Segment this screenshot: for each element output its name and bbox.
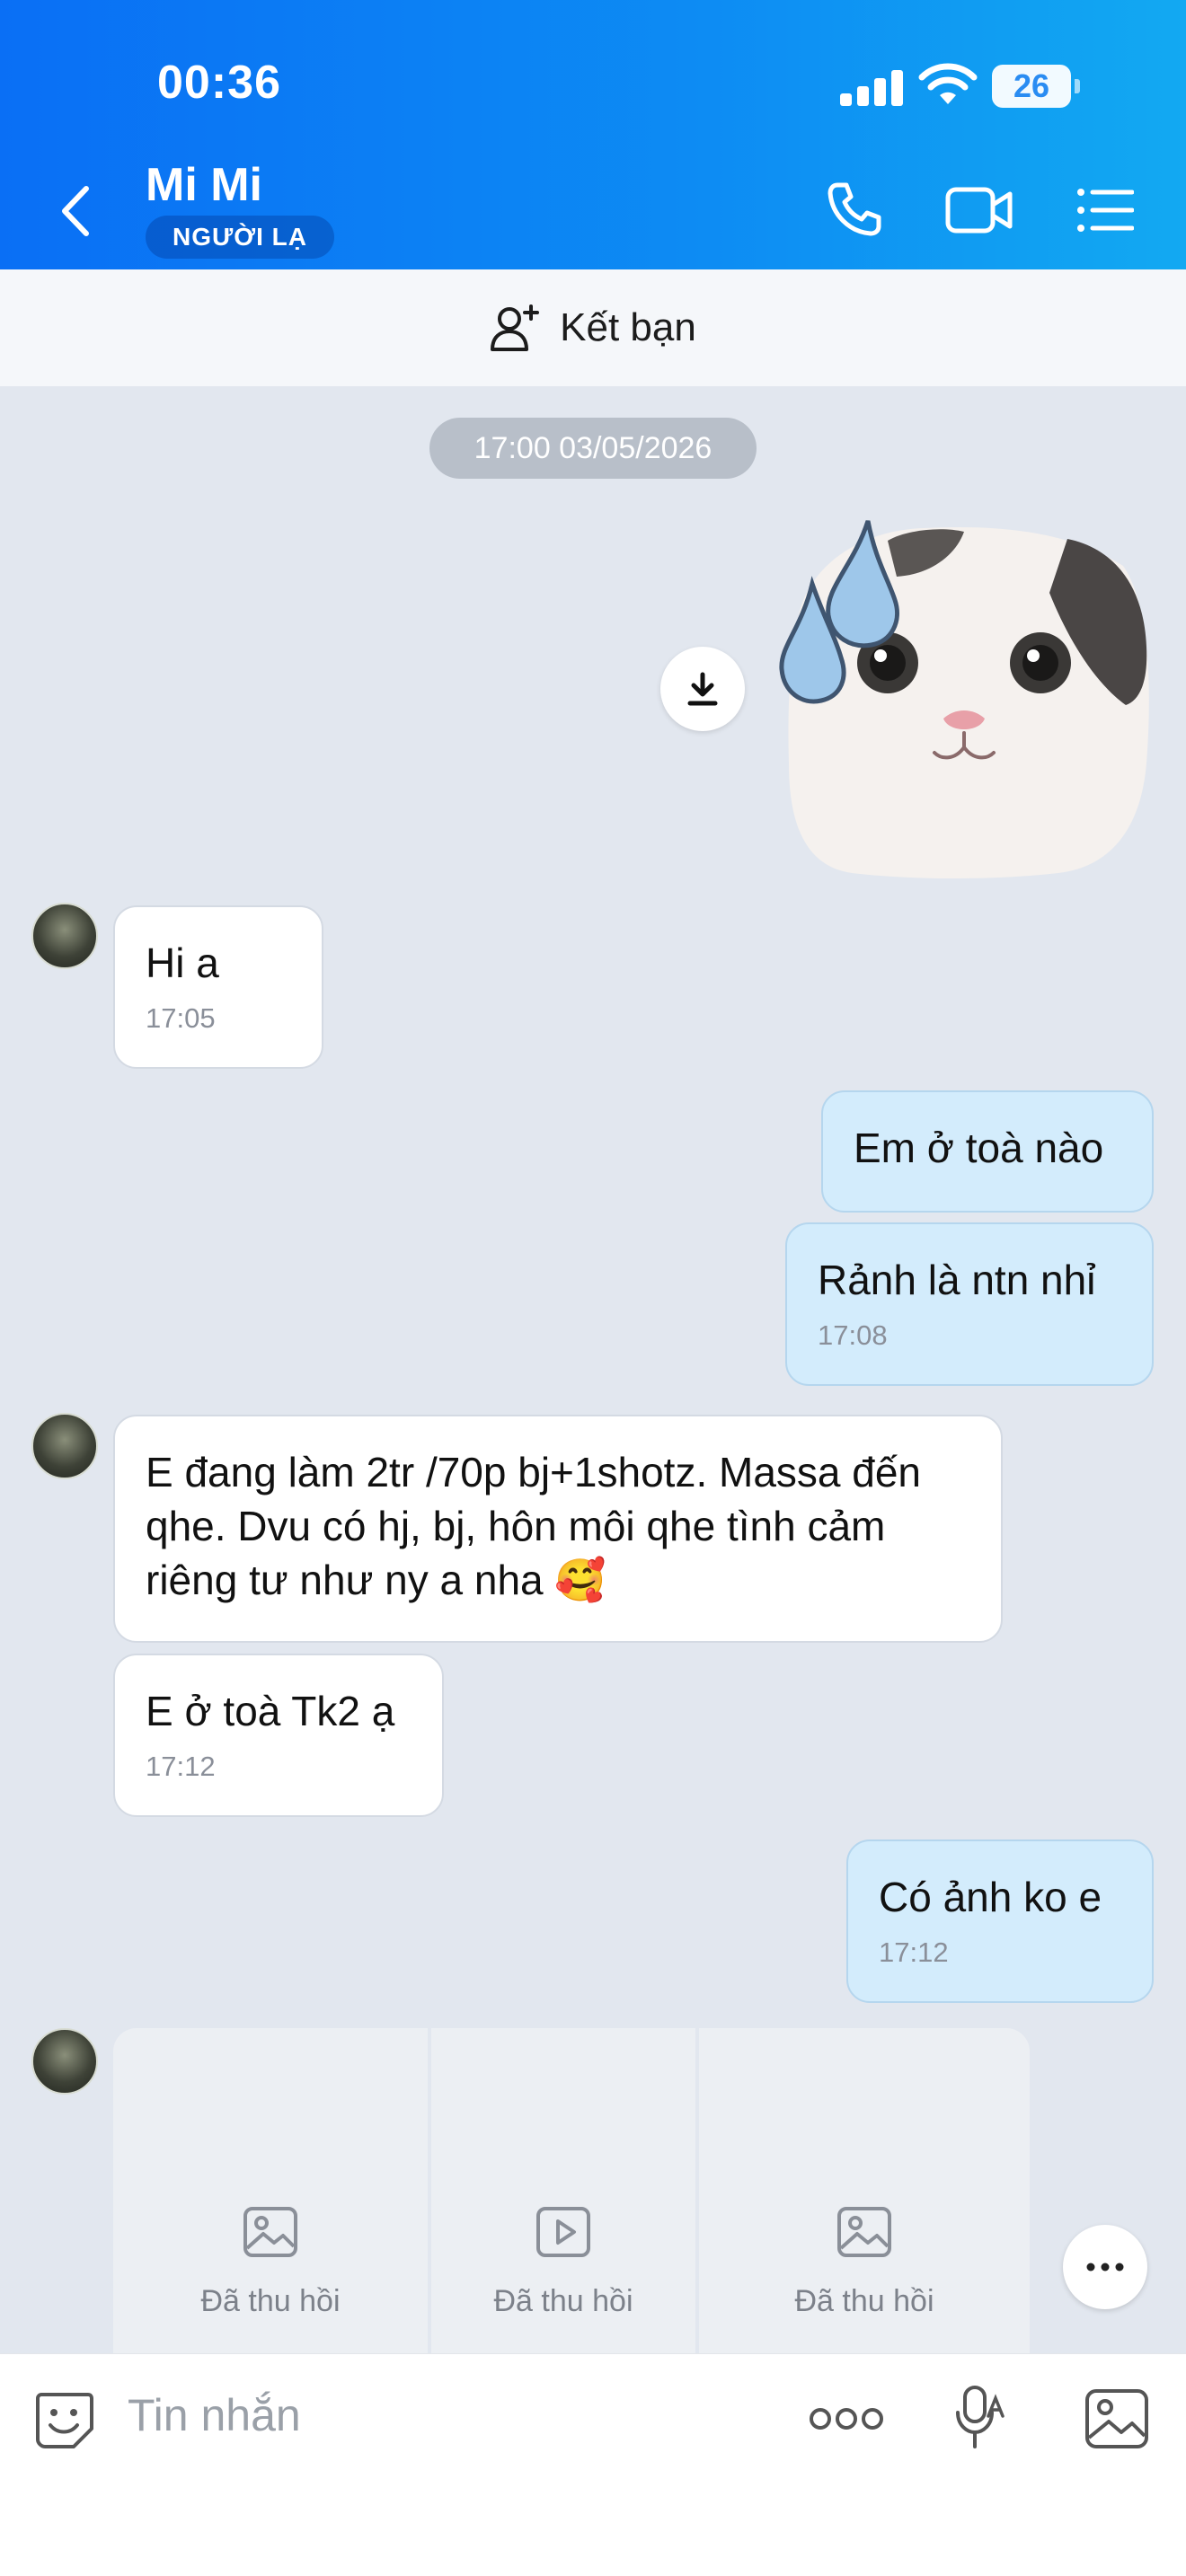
outgoing-message[interactable]: Em ở toà nào (821, 1090, 1154, 1213)
wifi-icon (918, 63, 978, 104)
contact-avatar[interactable] (31, 1413, 98, 1479)
incoming-message[interactable]: E đang làm 2tr /70p bj+1shotz. Massa đến… (113, 1415, 1003, 1643)
message-time: 17:08 (818, 1319, 888, 1351)
message-text: E ở toà Tk2 ạ (146, 1688, 395, 1734)
recalled-media[interactable]: Đã thu hồi (431, 2028, 695, 2353)
video-call-icon[interactable] (945, 185, 1013, 235)
image-icon (243, 2207, 297, 2257)
composer-bar (0, 2353, 1186, 2576)
contact-avatar[interactable] (31, 903, 98, 969)
message-time: 17:12 (879, 1936, 949, 1968)
back-icon[interactable] (54, 180, 99, 243)
message-options-button[interactable] (1063, 2225, 1147, 2309)
more-options-icon[interactable] (809, 2405, 884, 2432)
recalled-media[interactable]: Đã thu hồi (699, 2028, 1030, 2353)
date-divider: 17:00 03/05/2026 (429, 418, 757, 479)
recalled-media[interactable]: Đã thu hồi (113, 2028, 428, 2353)
recalled-label: Đã thu hồi (200, 2284, 341, 2318)
add-friend-bar[interactable]: Kết bạn (0, 269, 1186, 386)
battery-indicator: 26 (992, 65, 1080, 108)
add-person-icon (491, 304, 540, 351)
message-text: Hi a (146, 940, 219, 986)
gallery-icon[interactable] (1084, 2387, 1150, 2450)
message-text: Em ở toà nào (854, 1125, 1104, 1171)
chat-header: 00:36 26 Mi Mi NGƯỜI LẠ (0, 0, 1186, 269)
stranger-badge: NGƯỜI LẠ (146, 216, 334, 259)
recalled-label: Đã thu hồi (493, 2284, 633, 2318)
more-dots-icon (1086, 2263, 1124, 2272)
download-button[interactable] (660, 647, 745, 731)
message-text: Rảnh là ntn nhỉ (818, 1257, 1096, 1303)
download-icon (687, 672, 718, 706)
outgoing-message[interactable]: Rảnh là ntn nhỉ 17:08 (785, 1222, 1154, 1386)
message-input[interactable]: Tin nhắn (128, 2389, 301, 2441)
image-icon (837, 2207, 891, 2257)
sticker-icon[interactable] (32, 2387, 97, 2452)
phone-icon[interactable] (825, 180, 884, 239)
message-text: Có ảnh ko e (879, 1874, 1102, 1920)
incoming-message[interactable]: Hi a 17:05 (113, 905, 323, 1069)
incoming-message[interactable]: E ở toà Tk2 ạ 17:12 (113, 1654, 444, 1817)
add-friend-label: Kết bạn (560, 305, 696, 349)
menu-list-icon[interactable] (1076, 187, 1134, 234)
message-text: E đang làm 2tr /70p bj+1shotz. Massa đến… (146, 1449, 922, 1603)
cellular-signal-icon (840, 68, 903, 106)
message-time: 17:12 (146, 1751, 216, 1782)
video-icon (536, 2207, 590, 2257)
chat-title[interactable]: Mi Mi (146, 158, 262, 212)
outgoing-message[interactable]: Có ảnh ko e 17:12 (846, 1839, 1154, 2003)
status-time: 00:36 (157, 57, 281, 109)
cat-sticker[interactable] (771, 503, 1159, 889)
contact-avatar[interactable] (31, 2028, 98, 2095)
recalled-label: Đã thu hồi (794, 2284, 934, 2318)
message-time: 17:05 (146, 1002, 216, 1034)
voice-to-text-icon[interactable] (952, 2384, 1006, 2452)
